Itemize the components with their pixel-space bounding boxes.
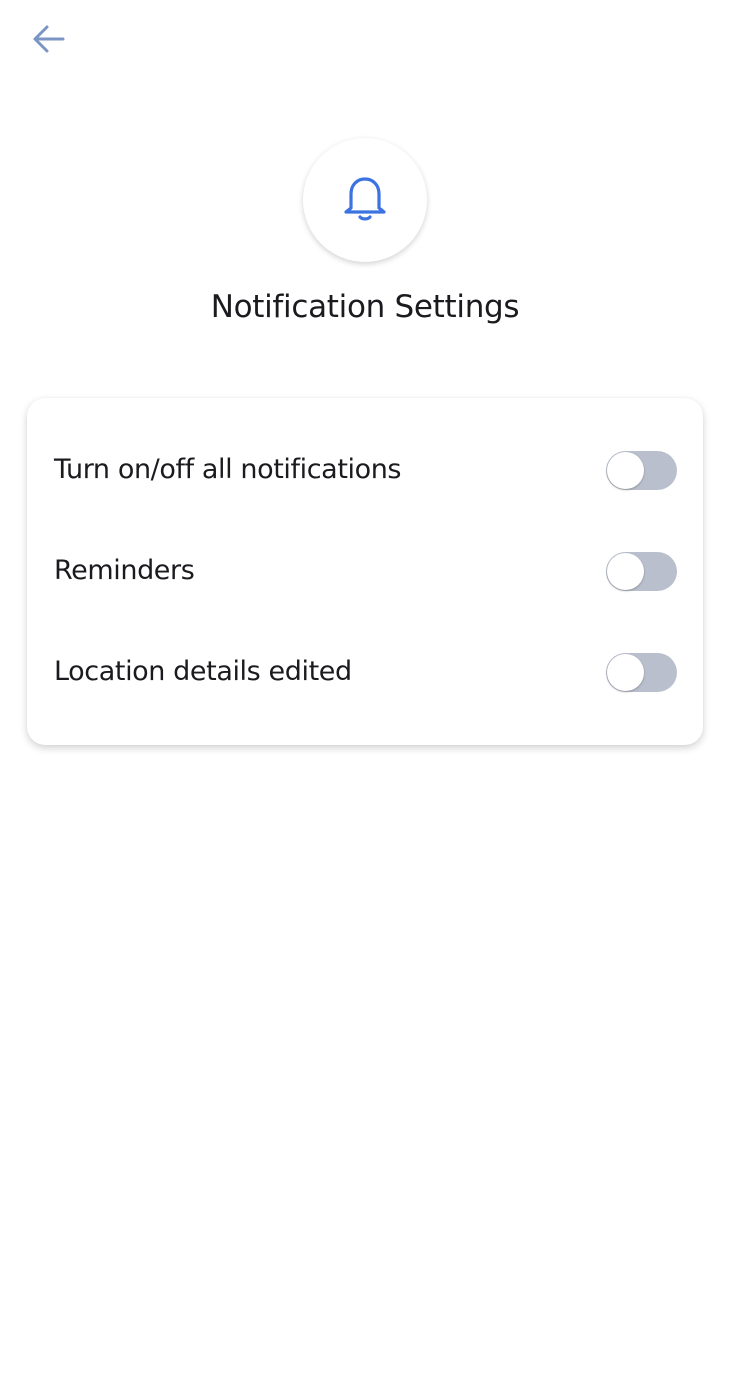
bell-icon: [343, 174, 387, 226]
setting-label: Location details edited: [54, 656, 352, 687]
setting-row-location-details: Location details edited: [27, 642, 703, 702]
back-button[interactable]: [24, 16, 74, 66]
reminders-toggle[interactable]: [606, 552, 677, 591]
toggle-knob: [607, 553, 644, 590]
page-title: Notification Settings: [210, 289, 520, 325]
setting-label: Turn on/off all notifications: [54, 454, 402, 485]
setting-label: Reminders: [54, 555, 195, 586]
setting-row-all-notifications: Turn on/off all notifications: [27, 440, 703, 500]
settings-card: Turn on/off all notifications Reminders …: [27, 398, 703, 745]
all-notifications-toggle[interactable]: [606, 451, 677, 490]
location-details-toggle[interactable]: [606, 653, 677, 692]
toggle-knob: [607, 654, 644, 691]
toggle-knob: [607, 452, 644, 489]
setting-row-reminders: Reminders: [27, 541, 703, 601]
notification-hero: [303, 138, 427, 262]
arrow-left-icon: [32, 22, 66, 60]
